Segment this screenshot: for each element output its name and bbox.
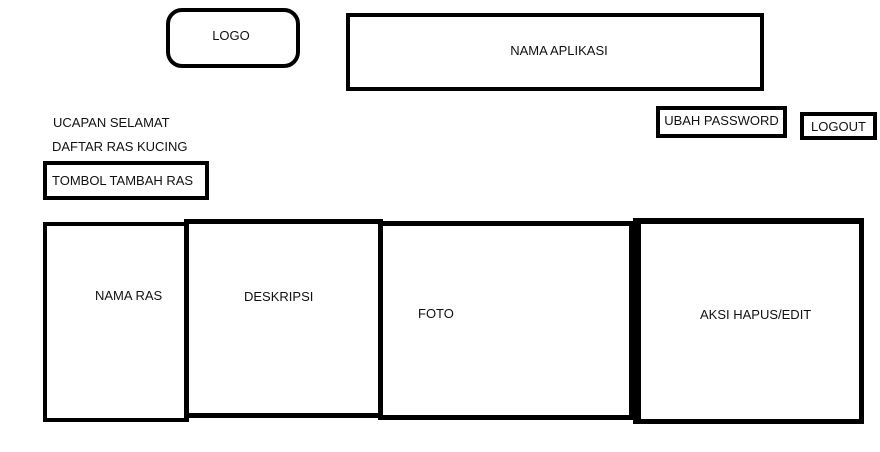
- logout-button[interactable]: LOGOUT: [800, 112, 877, 140]
- logo: LOGO: [166, 8, 300, 68]
- app-name-banner: NAMA APLIKASI: [346, 13, 764, 91]
- greeting-text: UCAPAN SELAMAT: [53, 115, 170, 130]
- table-column-description: DESKRIPSI: [184, 219, 383, 418]
- logo-label: LOGO: [212, 27, 250, 43]
- column-header-description: DESKRIPSI: [244, 289, 314, 304]
- table-column-photo: FOTO: [378, 221, 636, 420]
- list-title: DAFTAR RAS KUCING: [52, 139, 188, 154]
- app-name-label: NAMA APLIKASI: [510, 42, 608, 58]
- add-breed-button-label: TOMBOL TAMBAH RAS: [52, 173, 194, 188]
- change-password-label: UBAH PASSWORD: [664, 112, 779, 128]
- table-column-actions[interactable]: AKSI HAPUS/EDIT: [633, 218, 864, 424]
- logout-label: LOGOUT: [811, 118, 866, 134]
- table-column-name: NAMA RAS: [43, 222, 189, 422]
- add-breed-button[interactable]: TOMBOL TAMBAH RAS: [43, 161, 209, 200]
- change-password-button[interactable]: UBAH PASSWORD: [656, 106, 787, 138]
- column-header-name: NAMA RAS: [95, 288, 163, 303]
- column-header-photo: FOTO: [418, 306, 454, 321]
- column-header-actions: AKSI HAPUS/EDIT: [700, 307, 812, 322]
